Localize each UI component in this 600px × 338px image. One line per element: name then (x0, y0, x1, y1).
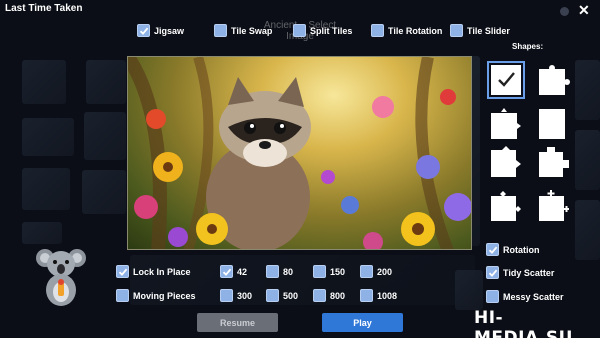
jigsaw-piece-icon (491, 191, 521, 221)
checkbox-icon[interactable] (360, 289, 373, 302)
checkbox-icon[interactable] (486, 290, 499, 303)
piece-count-label: 300 (237, 290, 253, 301)
jigsaw-piece-icon (539, 147, 569, 177)
info-icon[interactable] (560, 7, 569, 16)
lock-in-place-option[interactable]: Lock In Place (116, 265, 191, 278)
background-thumbnail (86, 60, 126, 104)
piece-count-500[interactable]: 500 (266, 289, 298, 302)
puzzle-preview-image[interactable] (127, 56, 472, 250)
jigsaw-piece-icon (491, 65, 521, 95)
background-thumbnail (84, 112, 126, 160)
piece-count-label: 800 (330, 290, 346, 301)
koala-mascot-icon (36, 244, 86, 308)
background-thumbnail (22, 60, 66, 104)
tile-rotation-label: Tile Rotation (388, 25, 443, 36)
checkbox-icon[interactable] (220, 289, 233, 302)
background-thumbnail (82, 170, 126, 214)
shape-option-2[interactable] (538, 64, 570, 96)
tidy-scatter-label: Tidy Scatter (503, 267, 555, 278)
piece-count-300[interactable]: 300 (220, 289, 252, 302)
checkbox-icon[interactable] (360, 265, 373, 278)
checkbox-icon[interactable] (313, 265, 326, 278)
shape-option-8[interactable] (538, 190, 570, 222)
background-thumbnail (575, 60, 600, 120)
jigsaw-piece-icon (491, 146, 521, 177)
piece-count-label: 42 (237, 266, 248, 277)
shape-option-7[interactable] (490, 190, 522, 222)
tile-swap-label: Tile Swap (231, 25, 273, 36)
jigsaw-piece-icon (539, 190, 569, 221)
checkbox-icon[interactable] (313, 289, 326, 302)
piece-count-label: 200 (377, 266, 393, 277)
split-tiles-label: Split Tiles (310, 25, 353, 36)
tidy-scatter-option[interactable]: Tidy Scatter (486, 266, 554, 279)
rotation-label: Rotation (503, 244, 540, 255)
background-thumbnail (575, 200, 600, 260)
piece-count-label: 500 (283, 290, 299, 301)
split-tiles-option[interactable]: Split Tiles (293, 24, 352, 37)
messy-scatter-option[interactable]: Messy Scatter (486, 290, 564, 303)
shape-option-1[interactable] (487, 61, 525, 99)
background-thumbnail (22, 222, 62, 244)
shape-option-3[interactable] (490, 108, 522, 140)
tile-rotation-option[interactable]: Tile Rotation (371, 24, 442, 37)
background-thumbnail (22, 118, 74, 156)
checkbox-icon[interactable] (371, 24, 384, 37)
checkbox-icon[interactable] (486, 266, 499, 279)
background-thumbnail (455, 270, 483, 310)
moving-pieces-option[interactable]: Moving Pieces (116, 289, 196, 302)
rotation-option[interactable]: Rotation (486, 243, 540, 256)
page-title: Last Time Taken (5, 3, 83, 14)
resume-button[interactable]: Resume (197, 313, 278, 332)
background-thumbnail (575, 130, 600, 190)
piece-count-1008[interactable]: 1008 (360, 289, 397, 302)
moving-pieces-label: Moving Pieces (133, 290, 196, 301)
checkbox-icon[interactable] (137, 24, 150, 37)
play-button[interactable]: Play (322, 313, 403, 332)
piece-count-label: 80 (283, 266, 294, 277)
piece-count-label: 150 (330, 266, 346, 277)
checkbox-icon[interactable] (266, 265, 279, 278)
checkbox-icon[interactable] (450, 24, 463, 37)
messy-scatter-label: Messy Scatter (503, 291, 564, 302)
shape-option-4[interactable] (538, 108, 570, 140)
jigsaw-label: Jigsaw (154, 25, 185, 36)
checkbox-icon[interactable] (214, 24, 227, 37)
raccoon-in-flowers-image (128, 57, 471, 249)
tile-slider-option[interactable]: Tile Slider (450, 24, 510, 37)
checkbox-icon[interactable] (116, 265, 129, 278)
jigsaw-option[interactable]: Jigsaw (137, 24, 184, 37)
piece-count-800[interactable]: 800 (313, 289, 345, 302)
jigsaw-piece-icon (539, 109, 565, 139)
shapes-title: Shapes: (512, 42, 544, 51)
jigsaw-piece-icon (539, 65, 570, 95)
piece-count-80[interactable]: 80 (266, 265, 293, 278)
shape-option-5[interactable] (490, 146, 522, 178)
shape-option-6[interactable] (538, 146, 570, 178)
lock-in-place-label: Lock In Place (133, 266, 191, 277)
piece-count-42[interactable]: 42 (220, 265, 247, 278)
tile-swap-option[interactable]: Tile Swap (214, 24, 272, 37)
close-icon[interactable]: ✕ (578, 2, 590, 18)
checkbox-icon[interactable] (293, 24, 306, 37)
checkbox-icon[interactable] (266, 289, 279, 302)
jigsaw-piece-icon (491, 108, 521, 139)
piece-count-150[interactable]: 150 (313, 265, 345, 278)
watermark: HI-MEDIA.SU (474, 308, 573, 338)
tile-slider-label: Tile Slider (467, 25, 510, 36)
background-thumbnail (22, 168, 70, 210)
piece-count-label: 1008 (377, 290, 398, 301)
checkbox-icon[interactable] (486, 243, 499, 256)
piece-count-200[interactable]: 200 (360, 265, 392, 278)
checkbox-icon[interactable] (116, 289, 129, 302)
checkbox-icon[interactable] (220, 265, 233, 278)
